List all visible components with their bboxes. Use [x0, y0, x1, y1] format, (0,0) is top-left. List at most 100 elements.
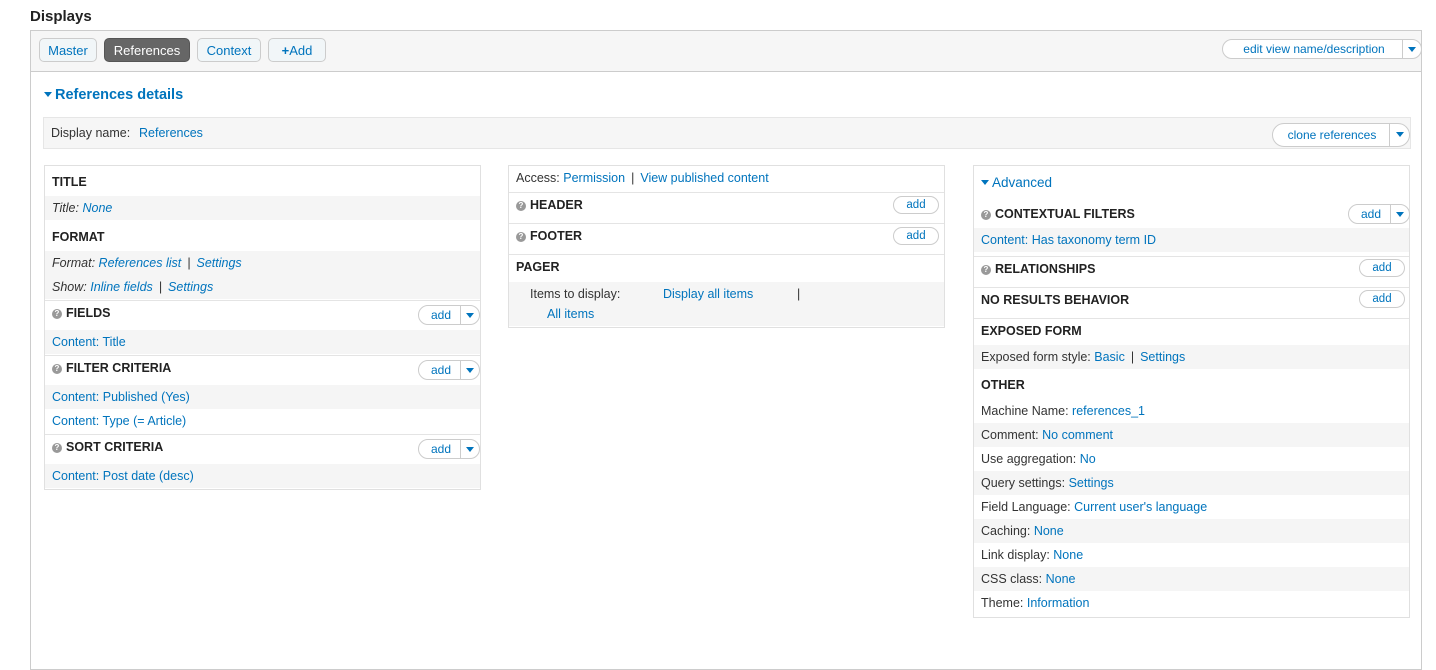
fields-section-head: ? FIELDS — [45, 300, 480, 325]
edit-view-dropdown[interactable]: edit view name/description — [1222, 39, 1422, 59]
chevron-down-icon[interactable] — [460, 306, 479, 324]
help-icon[interactable]: ? — [52, 443, 62, 453]
tab-master[interactable]: Master — [39, 38, 97, 62]
list-item: Content: Published (Yes) — [45, 385, 480, 409]
fields-add-button[interactable]: add — [419, 306, 463, 324]
help-icon[interactable]: ? — [981, 265, 991, 275]
contextual-add-dropdown[interactable]: add — [1348, 204, 1410, 224]
other-label: Field Language: — [981, 500, 1071, 514]
chevron-down-icon[interactable] — [1390, 205, 1409, 223]
collapse-triangle-icon — [44, 92, 52, 97]
other-value-link[interactable]: No comment — [1042, 428, 1113, 442]
display-name-link[interactable]: References — [139, 126, 203, 140]
relationships-add-button[interactable]: add — [1359, 259, 1405, 277]
access-setting: Access: Permission | View published conten… — [516, 171, 769, 185]
contextual-add-button[interactable]: add — [1349, 205, 1393, 223]
add-display-label: Add — [289, 43, 313, 58]
clone-references-button[interactable]: clone references — [1273, 124, 1391, 146]
items-value-link[interactable]: Display all items — [663, 282, 753, 306]
other-row-machine-name: Machine Name: references_1 — [974, 399, 1409, 423]
help-icon[interactable]: ? — [52, 309, 62, 319]
list-item: Content: Post date (desc) — [45, 464, 480, 488]
help-icon[interactable]: ? — [516, 232, 526, 242]
format-value-link[interactable]: References list — [99, 256, 182, 270]
other-label: Comment: — [981, 428, 1039, 442]
other-value-link[interactable]: Current user's language — [1074, 500, 1207, 514]
show-settings-link[interactable]: Settings — [168, 280, 213, 294]
right-column: Advanced ? CONTEXTUAL FILTERS add Content… — [973, 165, 1410, 618]
exposed-value-link[interactable]: Basic — [1094, 350, 1125, 364]
help-icon[interactable]: ? — [981, 210, 991, 220]
other-label: Caching: — [981, 524, 1031, 538]
other-value-link[interactable]: None — [1034, 524, 1064, 538]
field-item-link[interactable]: Content: Title — [52, 335, 126, 349]
exposed-label: Exposed form style: — [981, 350, 1091, 364]
filter-add-button[interactable]: add — [419, 361, 463, 379]
other-value-link[interactable]: None — [1053, 548, 1083, 562]
tab-references[interactable]: References — [104, 38, 190, 62]
exposed-form-section-head: EXPOSED FORM — [974, 318, 1409, 343]
sort-add-button[interactable]: add — [419, 440, 463, 458]
other-value-link[interactable]: No — [1080, 452, 1096, 466]
header-section-head: ? HEADER — [509, 192, 944, 217]
access-detail-link[interactable]: View published content — [640, 171, 768, 185]
no-results-add-button[interactable]: add — [1359, 290, 1405, 308]
pager-setting: Items to display: Display all items | Al… — [509, 282, 944, 326]
all-items-link[interactable]: All items — [547, 302, 594, 326]
advanced-label: Advanced — [992, 175, 1053, 190]
contextual-item-link[interactable]: Content: Has taxonomy term ID — [981, 233, 1156, 247]
footer-add-button[interactable]: add — [893, 227, 939, 245]
filter-add-dropdown[interactable]: add — [418, 360, 480, 380]
show-label: Show: — [52, 280, 87, 294]
chevron-down-icon[interactable] — [460, 440, 479, 458]
chevron-down-icon[interactable] — [1402, 40, 1421, 58]
pager-section-head: PAGER — [509, 254, 944, 279]
other-row-caching: Caching: None — [974, 519, 1409, 543]
other-label: Theme: — [981, 596, 1024, 610]
fields-add-dropdown[interactable]: add — [418, 305, 480, 325]
other-label: Link display: — [981, 548, 1050, 562]
list-item: Content: Type (= Article) — [45, 409, 480, 433]
sort-add-dropdown[interactable]: add — [418, 439, 480, 459]
filter-section-head: ? FILTER CRITERIA — [45, 355, 480, 380]
advanced-toggle[interactable]: Advanced — [974, 171, 1409, 195]
other-section-head: OTHER — [981, 378, 1025, 392]
chevron-down-icon[interactable] — [460, 361, 479, 379]
other-row-link-display: Link display: None — [974, 543, 1409, 567]
other-label: Machine Name: — [981, 404, 1069, 418]
header-add-button[interactable]: add — [893, 196, 939, 214]
tab-context[interactable]: Context — [197, 38, 261, 62]
collapse-triangle-icon — [981, 180, 989, 185]
exposed-form-setting: Exposed form style: Basic | Settings — [974, 345, 1409, 369]
title-value-link[interactable]: None — [82, 201, 112, 215]
display-tabs-bar: Master References Context +Add edit view… — [31, 31, 1422, 72]
add-display-button[interactable]: +Add — [268, 38, 326, 62]
sort-item-link[interactable]: Content: Post date (desc) — [52, 469, 194, 483]
help-icon[interactable]: ? — [52, 364, 62, 374]
show-value-link[interactable]: Inline fields — [90, 280, 153, 294]
format-settings-link[interactable]: Settings — [196, 256, 241, 270]
other-value-link[interactable]: Information — [1027, 596, 1090, 610]
filter-item-link[interactable]: Content: Published (Yes) — [52, 390, 190, 404]
list-item: Content: Has taxonomy term ID — [974, 228, 1409, 252]
references-details-toggle[interactable]: References details — [44, 87, 183, 103]
display-name-bar: Display name: References clone reference… — [43, 117, 1411, 149]
show-setting: Show: Inline fields | Settings — [45, 275, 480, 299]
help-icon[interactable]: ? — [516, 201, 526, 211]
filter-item-link[interactable]: Content: Type (= Article) — [52, 414, 186, 428]
contextual-section-head: ? CONTEXTUAL FILTERS — [974, 202, 1409, 226]
exposed-settings-link[interactable]: Settings — [1140, 350, 1185, 364]
other-value-link[interactable]: None — [1046, 572, 1076, 586]
no-results-section-head: NO RESULTS BEHAVIOR — [974, 287, 1409, 312]
access-label: Access: — [516, 171, 560, 185]
other-value-link[interactable]: references_1 — [1072, 404, 1145, 418]
chevron-down-icon[interactable] — [1389, 124, 1409, 146]
sort-section-head: ? SORT CRITERIA — [45, 434, 480, 459]
clone-dropdown[interactable]: clone references — [1272, 123, 1410, 147]
other-value-link[interactable]: Settings — [1069, 476, 1114, 490]
other-label: Query settings: — [981, 476, 1066, 490]
edit-view-button[interactable]: edit view name/description — [1223, 40, 1405, 58]
other-row-aggregation: Use aggregation: No — [974, 447, 1409, 471]
other-label: CSS class: — [981, 572, 1043, 586]
access-value-link[interactable]: Permission — [563, 171, 625, 185]
